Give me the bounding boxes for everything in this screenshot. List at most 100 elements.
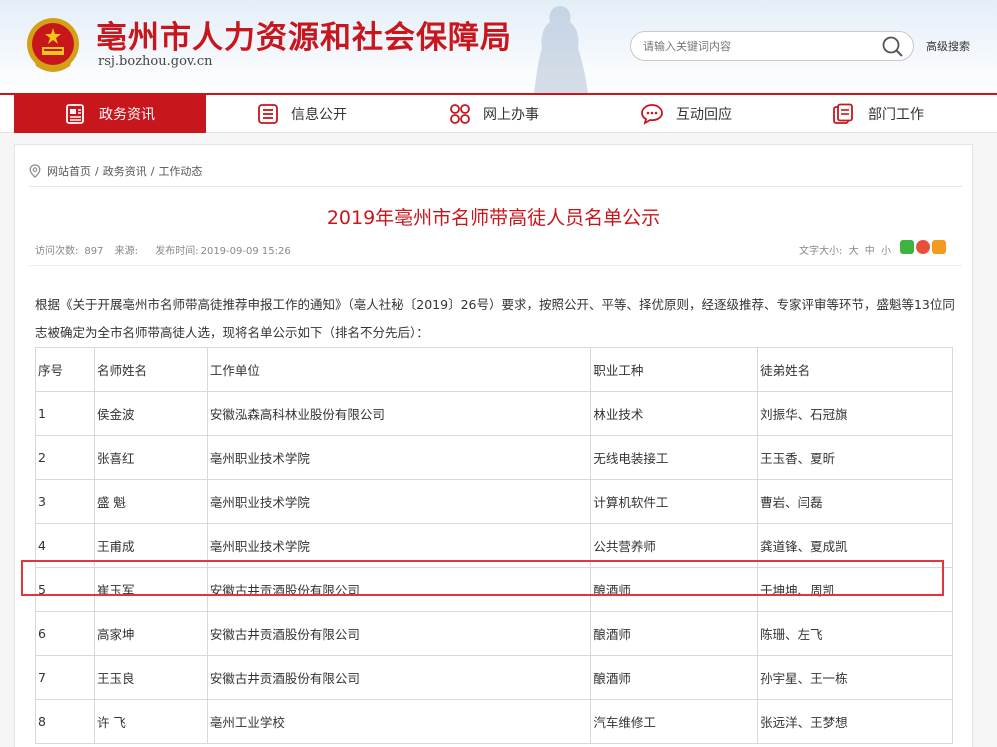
cell-mentor: 许 飞: [93, 699, 208, 744]
divider: [29, 186, 962, 187]
chat-icon: [641, 104, 663, 125]
cell-employer: 亳州职业技术学院: [206, 523, 592, 568]
cell-mentor: 王甫成: [93, 523, 208, 568]
cell-index: 7: [35, 655, 95, 700]
search-box: [630, 31, 914, 61]
cell-index: 2: [35, 435, 95, 480]
list-icon: [258, 104, 278, 124]
source-label: 来源:: [114, 246, 139, 257]
cell-apprentices: 孙宇星、王一栋: [757, 655, 953, 700]
cell-occupation: 酿酒师: [590, 655, 759, 700]
breadcrumb: 网站首页 / 政务资讯 / 工作动态: [29, 163, 202, 179]
share-buttons: [900, 240, 946, 254]
publish-label: 发布时间:: [155, 246, 199, 257]
table-row: 6 高家坤 安徽古井贡酒股份有限公司 酿酒师 陈珊、左飞: [35, 611, 953, 656]
header-employer: 工作单位: [206, 347, 592, 392]
cell-mentor: 张喜红: [93, 435, 208, 480]
site-domain: rsj.bozhou.gov.cn: [98, 54, 213, 69]
cell-employer: 亳州职业技术学院: [206, 435, 592, 480]
cell-index: 6: [35, 611, 95, 656]
table-row: 5 崔玉军 安徽古井贡酒股份有限公司 酿酒师 于坤坤、周凯: [35, 567, 953, 612]
nav-label: 信息公开: [291, 107, 347, 123]
cell-employer: 安徽古井贡酒股份有限公司: [206, 611, 592, 656]
header-apprentices: 徒弟姓名: [757, 347, 953, 392]
weibo-share-icon[interactable]: [916, 240, 930, 254]
nav-label: 部门工作: [868, 107, 924, 123]
font-size-label: 文字大小:: [799, 246, 843, 257]
search-icon[interactable]: [881, 35, 905, 57]
cell-apprentices: 于坤坤、周凯: [757, 567, 953, 612]
cell-occupation: 汽车维修工: [590, 699, 759, 744]
cell-employer: 安徽泓森高科林业股份有限公司: [206, 391, 592, 436]
table-row: 2 张喜红 亳州职业技术学院 无线电装接工 王玉香、夏昕: [35, 435, 953, 480]
nav-item-news[interactable]: 政务资讯: [14, 95, 206, 133]
cell-employer: 安徽古井贡酒股份有限公司: [206, 655, 592, 700]
cell-mentor: 崔玉军: [93, 567, 208, 612]
cell-occupation: 林业技术: [590, 391, 759, 436]
cell-occupation: 计算机软件工: [590, 479, 759, 524]
cell-index: 1: [35, 391, 95, 436]
cell-employer: 安徽古井贡酒股份有限公司: [206, 567, 592, 612]
table-row: 7 王玉良 安徽古井贡酒股份有限公司 酿酒师 孙宇星、王一栋: [35, 655, 953, 700]
site-title: 亳州市人力资源和社会保障局: [96, 20, 512, 56]
nav-item-interaction[interactable]: 互动回应: [590, 95, 782, 133]
article-panel: 网站首页 / 政务资讯 / 工作动态 2019年亳州市名师带高徒人员名单公示 访…: [14, 144, 973, 747]
location-pin-icon: [29, 164, 41, 178]
nav-item-department-work[interactable]: 部门工作: [782, 95, 974, 133]
nominee-table: 序号 名师姓名 工作单位 职业工种 徒弟姓名 1 侯金波 安徽泓森高科林业股份有…: [35, 347, 953, 744]
nav-item-info-disclosure[interactable]: 信息公开: [206, 95, 398, 133]
cell-apprentices: 张远洋、王梦想: [757, 699, 953, 744]
nav-label: 网上办事: [483, 107, 539, 123]
cell-apprentices: 龚道锋、夏成凯: [757, 523, 953, 568]
nav-label: 互动回应: [676, 107, 732, 123]
main-nav: 政务资讯 信息公开 网上办事 互动回应 部门工作: [0, 93, 997, 133]
cell-occupation: 酿酒师: [590, 611, 759, 656]
cell-index: 5: [35, 567, 95, 612]
article-intro: 根据《关于开展亳州市名师带高徒推荐申报工作的通知》（亳人社秘〔2019〕26号）…: [35, 297, 955, 340]
article-meta: 访问次数: 897 来源: 发布时间: 2019-09-09 15:26: [35, 242, 297, 257]
font-size-medium[interactable]: 中: [865, 246, 875, 257]
table-row: 1 侯金波 安徽泓森高科林业股份有限公司 林业技术 刘振华、石冠旗: [35, 391, 953, 436]
news-icon: [66, 104, 84, 124]
cell-index: 8: [35, 699, 95, 744]
table-row-highlighted: 8 许 飞 亳州工业学校 汽车维修工 张远洋、王梦想: [35, 699, 953, 744]
wechat-share-icon[interactable]: [900, 240, 914, 254]
breadcrumb-work-updates[interactable]: 工作动态: [158, 163, 202, 179]
search-input[interactable]: [643, 37, 873, 55]
cell-mentor: 高家坤: [93, 611, 208, 656]
cell-employer: 亳州工业学校: [206, 699, 592, 744]
cell-mentor: 侯金波: [93, 391, 208, 436]
site-header: 亳州市人力资源和社会保障局 rsj.bozhou.gov.cn 高级搜索: [0, 0, 997, 93]
cell-index: 4: [35, 523, 95, 568]
cell-apprentices: 陈珊、左飞: [757, 611, 953, 656]
header-occupation: 职业工种: [590, 347, 759, 392]
more-share-icon[interactable]: [932, 240, 946, 254]
cell-apprentices: 曹岩、闫磊: [757, 479, 953, 524]
cell-apprentices: 王玉香、夏昕: [757, 435, 953, 480]
cell-mentor: 盛 魁: [93, 479, 208, 524]
nav-label: 政务资讯: [99, 107, 155, 123]
cell-apprentices: 刘振华、石冠旗: [757, 391, 953, 436]
publish-time: 2019-09-09 15:26: [200, 246, 291, 257]
advanced-search-link[interactable]: 高级搜索: [926, 38, 970, 54]
nav-item-online-services[interactable]: 网上办事: [398, 95, 590, 133]
grid-icon: [450, 104, 470, 124]
views-count: 897: [84, 246, 104, 257]
cell-occupation: 无线电装接工: [590, 435, 759, 480]
breadcrumb-news[interactable]: 政务资讯: [103, 163, 147, 179]
views-label: 访问次数:: [35, 246, 79, 257]
table-header-row: 序号 名师姓名 工作单位 职业工种 徒弟姓名: [35, 347, 953, 392]
cell-occupation: 酿酒师: [590, 567, 759, 612]
breadcrumb-separator: /: [95, 164, 99, 178]
font-size-control: 文字大小: 大 中 小: [799, 242, 891, 257]
table-row: 3 盛 魁 亳州职业技术学院 计算机软件工 曹岩、闫磊: [35, 479, 953, 524]
cell-index: 3: [35, 479, 95, 524]
national-emblem-icon: [27, 18, 79, 72]
header-mentor: 名师姓名: [93, 347, 208, 392]
font-size-large[interactable]: 大: [849, 246, 859, 257]
divider: [29, 265, 962, 266]
breadcrumb-home[interactable]: 网站首页: [47, 163, 91, 179]
header-index: 序号: [35, 347, 95, 392]
table-row: 4 王甫成 亳州职业技术学院 公共营养师 龚道锋、夏成凯: [35, 523, 953, 568]
font-size-small[interactable]: 小: [881, 246, 891, 257]
